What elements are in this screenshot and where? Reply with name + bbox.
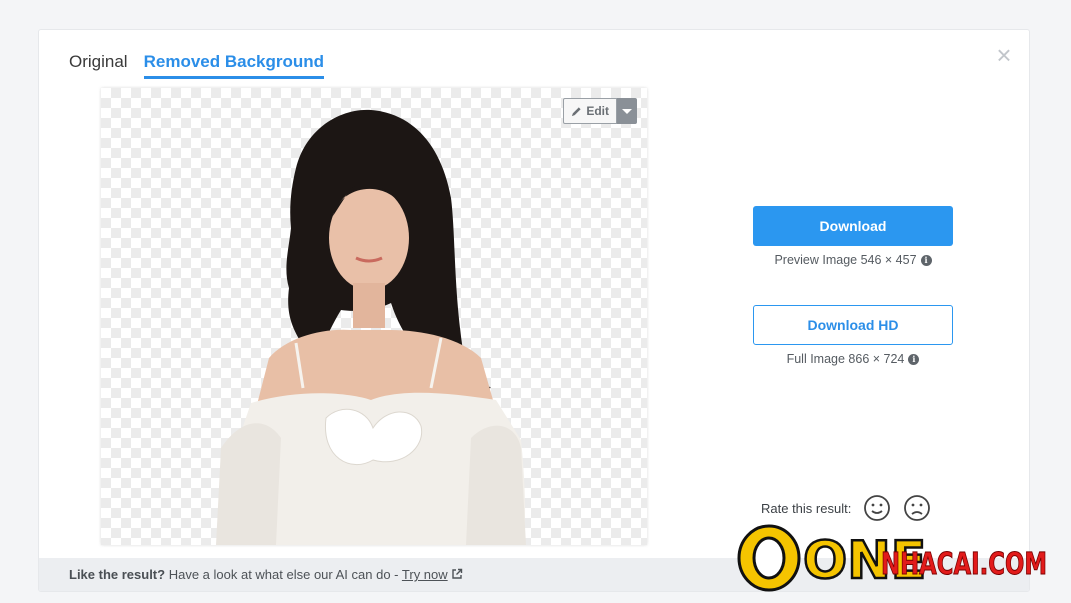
result-image-canvas: Edit <box>101 88 647 545</box>
external-link-icon[interactable] <box>451 568 463 580</box>
info-icon[interactable]: i <box>908 353 920 365</box>
frown-icon[interactable] <box>903 494 931 522</box>
download-actions: Download Preview Image 546 × 457 i Downl… <box>753 206 953 366</box>
tab-original[interactable]: Original <box>69 52 128 79</box>
footer-lead: Like the result? <box>69 567 166 582</box>
preview-info: Preview Image 546 × 457 i <box>753 253 953 267</box>
smile-icon[interactable] <box>863 494 891 522</box>
view-tabs: Original Removed Background <box>69 52 325 79</box>
caret-down-icon <box>622 108 632 114</box>
info-icon[interactable]: i <box>920 254 932 266</box>
watermark-logo: ONE NHACAI.COM <box>737 524 1048 592</box>
download-hd-button[interactable]: Download HD <box>753 305 953 345</box>
edit-dropdown-button[interactable] <box>617 98 637 124</box>
tab-removed-background[interactable]: Removed Background <box>143 52 325 79</box>
rating-row: Rate this result: <box>761 494 931 522</box>
edit-label: Edit <box>586 104 609 118</box>
try-now-link[interactable]: Try now <box>402 567 448 582</box>
preview-info-text: Preview Image 546 × 457 <box>774 253 917 267</box>
watermark-site-text: NHACAI.COM <box>881 547 1047 582</box>
rating-label: Rate this result: <box>761 500 852 516</box>
full-image-info-text: Full Image 866 × 724 <box>786 352 905 366</box>
full-image-info: Full Image 866 × 724 i <box>753 352 953 366</box>
footer-text: Have a look at what else our AI can do - <box>168 567 399 582</box>
edit-button[interactable]: Edit <box>563 98 617 124</box>
subject-image <box>216 109 526 545</box>
pencil-icon <box>572 106 581 116</box>
close-icon[interactable]: × <box>993 42 1015 68</box>
result-panel: Original Removed Background × Edit Downl… <box>38 29 1030 592</box>
edit-control: Edit <box>563 98 637 124</box>
download-button[interactable]: Download <box>753 206 953 246</box>
